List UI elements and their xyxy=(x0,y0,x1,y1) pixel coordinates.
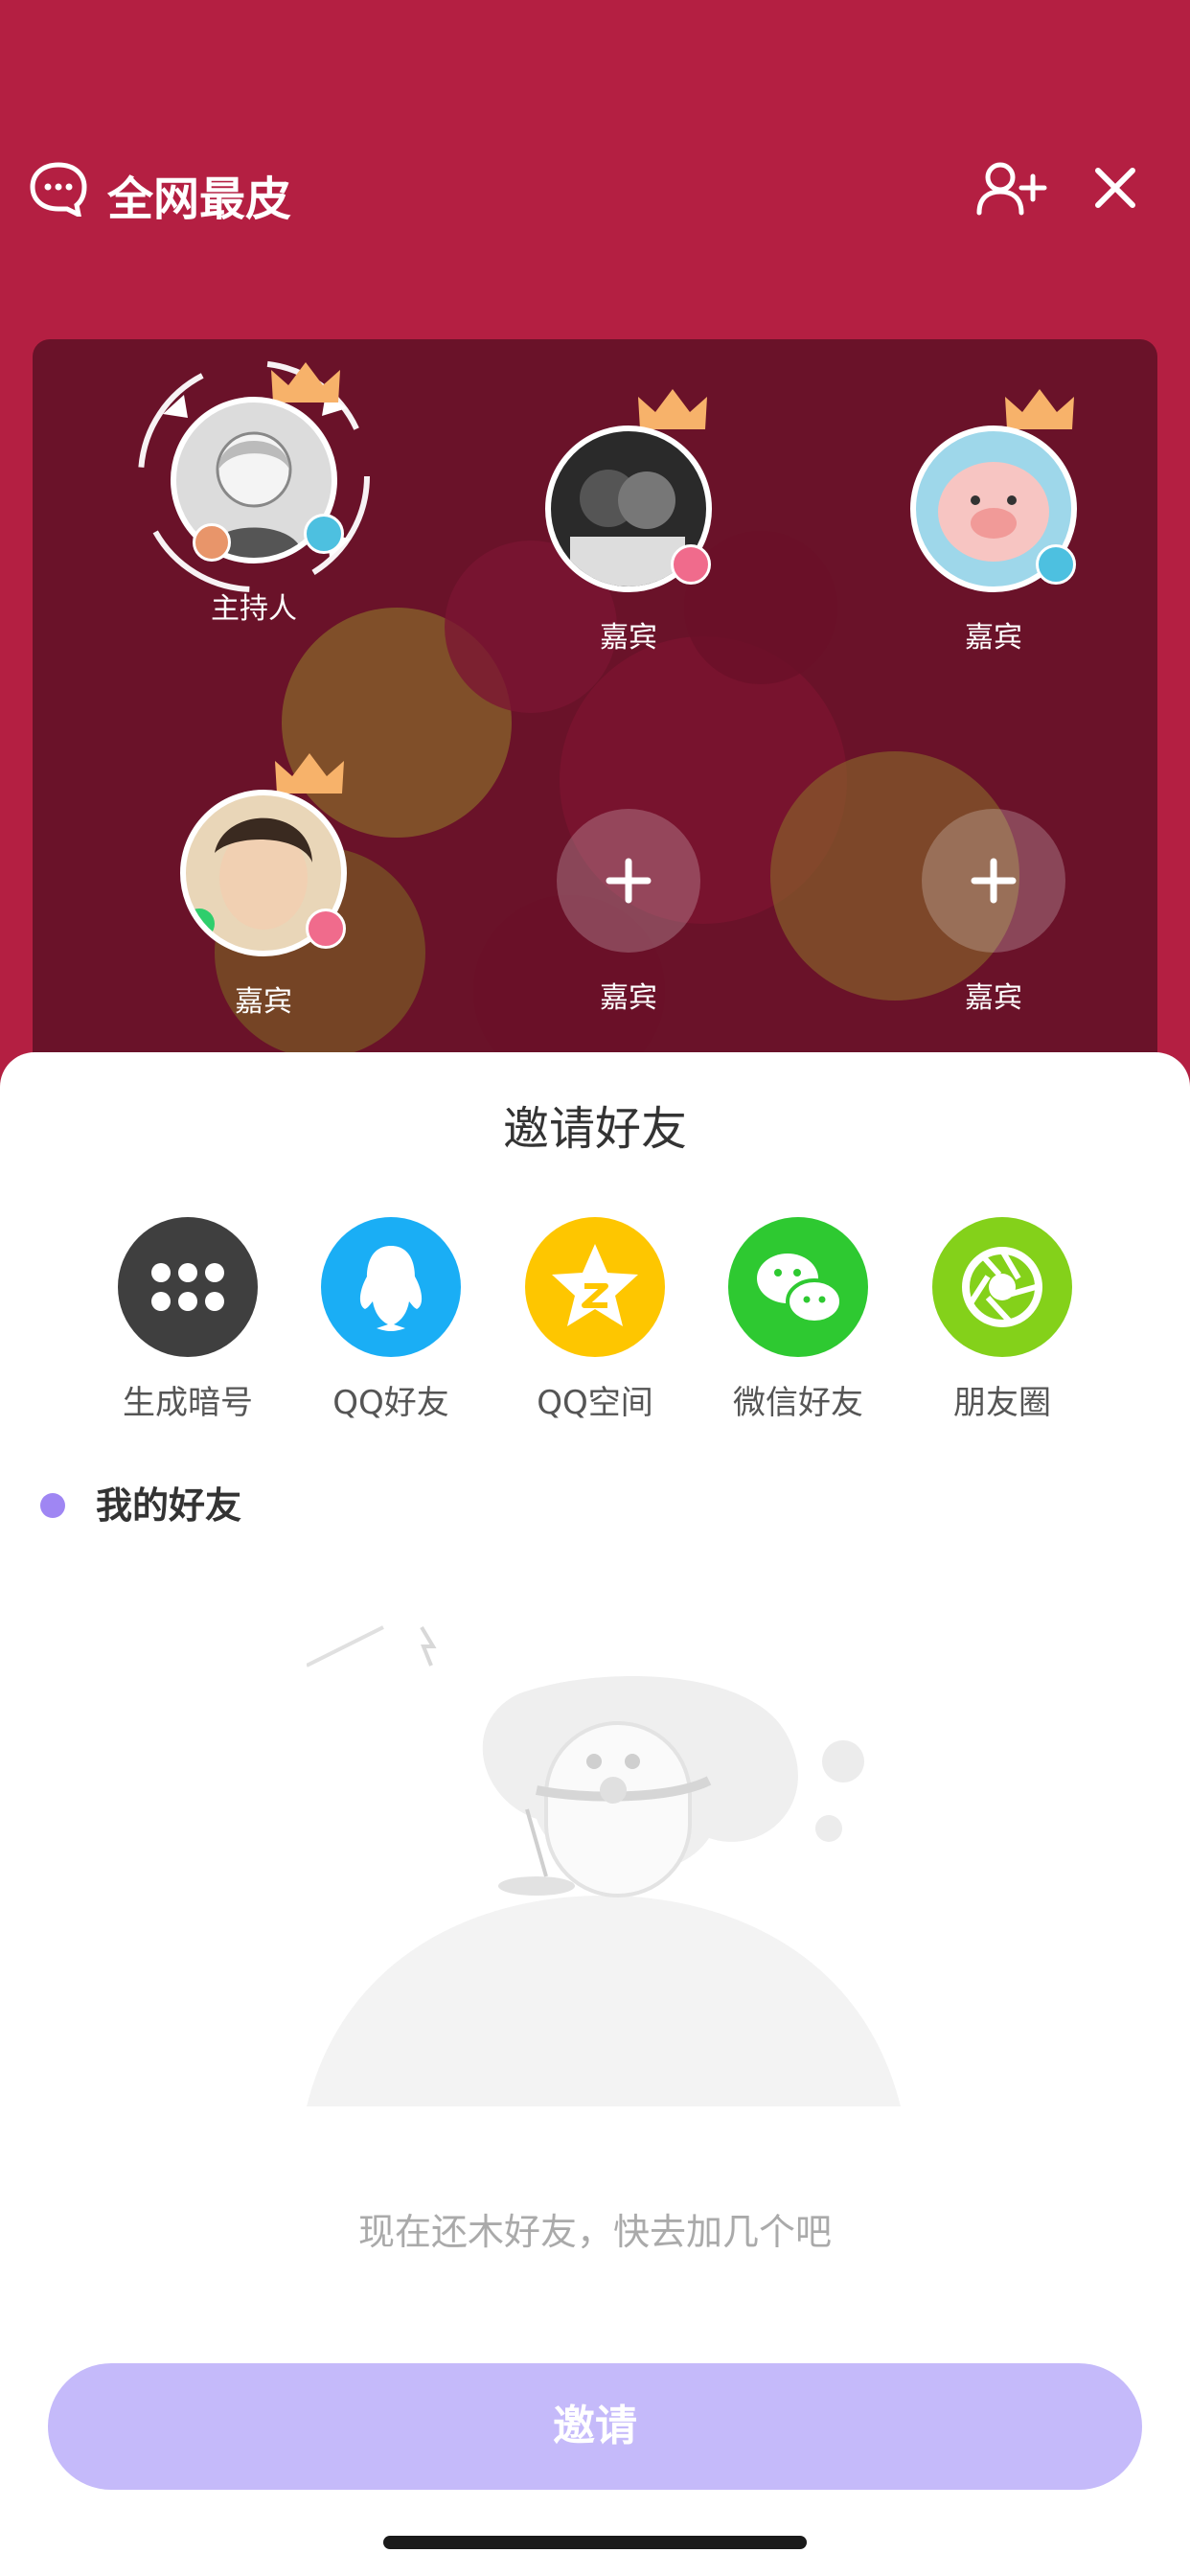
share-label: QQ好友 xyxy=(332,1384,449,1422)
share-label: 生成暗号 xyxy=(123,1384,253,1422)
crown-icon xyxy=(275,753,344,794)
voice-room-stage: 主持人 嘉宾 嘉宾 嘉宾 嘉宾 嘉宾 xyxy=(33,339,1157,1116)
plus-icon xyxy=(971,858,1017,904)
qq-penguin-icon xyxy=(321,1217,461,1357)
share-code-button[interactable]: 生成暗号 xyxy=(92,1217,284,1423)
seat-label: 嘉宾 xyxy=(965,621,1022,655)
mic-icon xyxy=(671,544,711,585)
add-seat-button[interactable] xyxy=(922,809,1065,953)
seat-label: 嘉宾 xyxy=(600,621,657,655)
seat-label: 嘉宾 xyxy=(235,985,292,1019)
plus-icon xyxy=(606,858,652,904)
add-seat-button[interactable] xyxy=(557,809,700,953)
crown-icon xyxy=(271,362,340,402)
share-wechat-button[interactable]: 微信好友 xyxy=(702,1217,894,1423)
crown-icon xyxy=(1005,389,1074,429)
seat-guest-3[interactable]: 嘉宾 xyxy=(177,753,350,1020)
qzone-star-icon xyxy=(525,1217,665,1357)
mic-icon xyxy=(306,908,346,949)
room-title: 全网最皮 xyxy=(107,172,292,226)
seat-guest-1[interactable]: 嘉宾 xyxy=(542,389,715,656)
mic-icon xyxy=(304,514,344,554)
home-indicator xyxy=(383,2536,807,2549)
friends-section-header: 我的好友 xyxy=(40,1476,241,1529)
dots-icon xyxy=(118,1217,258,1357)
seat-label: 嘉宾 xyxy=(600,981,657,1015)
host-badge-icon xyxy=(193,523,231,562)
section-dot-icon xyxy=(40,1492,65,1518)
share-qq-button[interactable]: QQ好友 xyxy=(295,1217,487,1423)
close-icon[interactable] xyxy=(1092,165,1138,211)
invite-sheet: 邀请好友 生成暗号 QQ好友 QQ空间 微信好友 朋友圈 我的好友 现在还木好友… xyxy=(0,1052,1190,2576)
chat-icon[interactable] xyxy=(29,161,88,217)
seat-guest-2[interactable]: 嘉宾 xyxy=(907,389,1080,656)
moments-shutter-icon xyxy=(932,1217,1072,1357)
wechat-icon xyxy=(728,1217,868,1357)
share-label: 微信好友 xyxy=(733,1384,863,1422)
share-qzone-button[interactable]: QQ空间 xyxy=(499,1217,691,1423)
sheet-title: 邀请好友 xyxy=(502,1102,687,1156)
seat-empty-1[interactable]: 嘉宾 xyxy=(542,797,715,1016)
seat-label: 嘉宾 xyxy=(965,981,1022,1015)
empty-astronaut-illustration xyxy=(307,1608,901,2106)
empty-friends-text: 现在还木好友，快去加几个吧 xyxy=(357,2211,832,2253)
friends-heading: 我的好友 xyxy=(96,1484,242,1527)
share-label: QQ空间 xyxy=(537,1384,653,1422)
invite-button[interactable]: 邀请 xyxy=(48,2363,1142,2490)
add-user-icon[interactable] xyxy=(975,161,1048,217)
mic-icon xyxy=(1036,544,1076,585)
seat-empty-2[interactable]: 嘉宾 xyxy=(907,797,1080,1016)
share-moments-button[interactable]: 朋友圈 xyxy=(906,1217,1098,1423)
crown-icon xyxy=(638,389,707,429)
seat-host[interactable]: 主持人 xyxy=(138,360,370,627)
share-label: 朋友圈 xyxy=(953,1384,1051,1422)
